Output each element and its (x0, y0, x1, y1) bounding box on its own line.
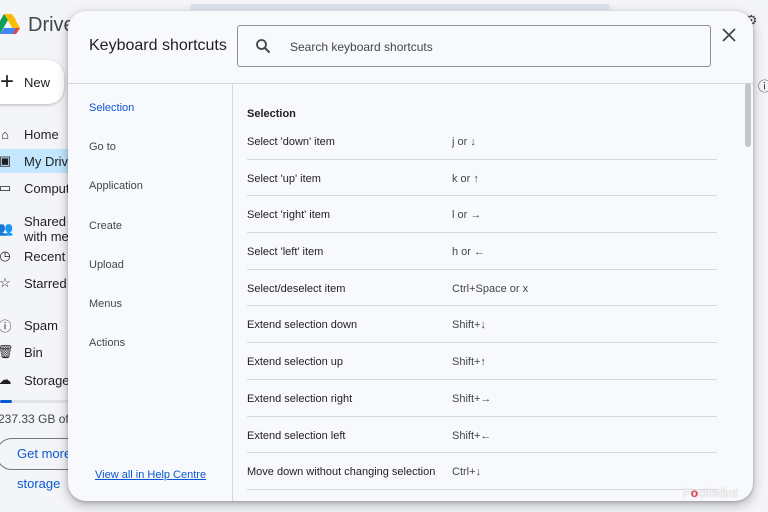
sidebar-item-label: Recent (24, 248, 66, 264)
shortcut-keys: h or ← (452, 246, 486, 259)
shortcut-keys: Ctrl+↓ (452, 466, 482, 479)
watermark: Pocketlint (683, 486, 738, 500)
shortcut-search-input[interactable] (288, 26, 692, 68)
shortcut-rows: Select 'down' item j or ↓ Select 'up' it… (247, 123, 717, 490)
sidebar-item-label: Home (24, 126, 59, 142)
shortcut-action: Select/deselect item (247, 282, 346, 295)
home-icon: ⌂ (1, 126, 9, 142)
shared-icon: 👥 (0, 221, 14, 236)
shortcut-row: Select 'left' item h or ← (247, 233, 717, 270)
shortcut-keys: Ctrl+Space or x (452, 282, 529, 295)
watermark-text: P (683, 486, 691, 500)
my-drive-icon: ▣ (0, 153, 12, 168)
spam-icon: ⓘ (0, 318, 12, 334)
shortcut-row: Move down without changing selection Ctr… (247, 453, 717, 490)
shortcut-row: Extend selection down Shift+↓ (247, 306, 717, 344)
category-menus[interactable]: Menus (89, 298, 122, 310)
new-button[interactable]: + New (0, 60, 64, 104)
category-go-to[interactable]: Go to (89, 141, 116, 153)
category-application[interactable]: Application (89, 180, 143, 192)
shortcut-keys: k or ↑ (452, 172, 479, 185)
info-icon[interactable]: ⓘ (758, 76, 768, 95)
shortcut-action: Select 'right' item (247, 209, 331, 222)
shortcut-action: Extend selection right (247, 392, 353, 405)
shortcut-action: Select 'left' item (247, 246, 324, 259)
drive-search-bar[interactable] (190, 4, 610, 10)
storage-progress-fill (0, 400, 12, 403)
sidebar-item-label: Storage (24, 372, 70, 388)
section-title: Selection (247, 108, 296, 120)
computers-icon: ▭ (0, 180, 12, 195)
category-selection[interactable]: Selection (89, 102, 134, 114)
shortcut-action: Extend selection left (247, 429, 346, 442)
sidebar-item-label: Starred (24, 275, 67, 291)
shortcut-row: Select 'up' item k or ↑ (247, 160, 717, 197)
search-icon (256, 39, 270, 53)
plus-icon: + (0, 68, 15, 95)
shortcut-keys: Shift+→ (452, 392, 492, 405)
watermark-logo-icon: o (690, 486, 698, 500)
vertical-scrollbar[interactable] (745, 83, 751, 147)
shortcut-keys: Shift+↑ (452, 356, 486, 369)
category-actions[interactable]: Actions (89, 337, 125, 349)
drive-logo-icon (0, 14, 20, 34)
shortcut-row: Select/deselect item Ctrl+Space or x (247, 270, 717, 307)
shortcut-action: Extend selection up (247, 356, 344, 369)
shortcut-action: Move down without changing selection (247, 466, 436, 479)
shortcut-search-box[interactable] (237, 25, 711, 68)
shortcut-row: Select 'down' item j or ↓ (247, 123, 717, 160)
shortcut-row: Extend selection right Shift+→ (247, 380, 717, 417)
shortcut-keys: Shift+↓ (452, 319, 486, 332)
shortcut-list-panel: Selection Select 'down' item j or ↓ Sele… (233, 84, 753, 501)
dialog-title: Keyboard shortcuts (89, 37, 227, 54)
close-icon[interactable] (719, 25, 739, 45)
category-upload[interactable]: Upload (89, 259, 124, 271)
shortcut-action: Select 'up' item (247, 172, 321, 185)
shortcut-action: Extend selection down (247, 319, 358, 332)
clock-icon: ◷ (0, 248, 11, 263)
shortcut-keys: j or ↓ (452, 136, 476, 148)
shortcut-action: Select 'down' item (247, 136, 335, 148)
shortcut-row: Extend selection up Shift+↑ (247, 343, 717, 380)
shortcut-row: Extend selection left Shift+← (247, 417, 717, 454)
shortcut-row: Select 'right' item l or → (247, 196, 717, 234)
shortcut-keys: Shift+← (452, 429, 492, 442)
help-centre-link[interactable]: View all in Help Centre (95, 469, 206, 481)
sidebar-item-label: Bin (24, 344, 43, 360)
new-button-label: New (24, 75, 51, 90)
cloud-icon: ☁ (0, 372, 12, 387)
shortcut-keys: l or → (452, 209, 482, 222)
keyboard-shortcuts-dialog: Keyboard shortcuts Selection Go to Appli… (68, 11, 753, 501)
star-icon: ☆ (0, 275, 11, 290)
sidebar-item-label: Spam (24, 317, 58, 333)
storage-usage-text: 237.33 GB of 2 (0, 412, 79, 426)
bin-icon: 🗑 (0, 344, 14, 359)
category-create[interactable]: Create (89, 220, 122, 232)
watermark-text: cketlint (697, 486, 738, 500)
